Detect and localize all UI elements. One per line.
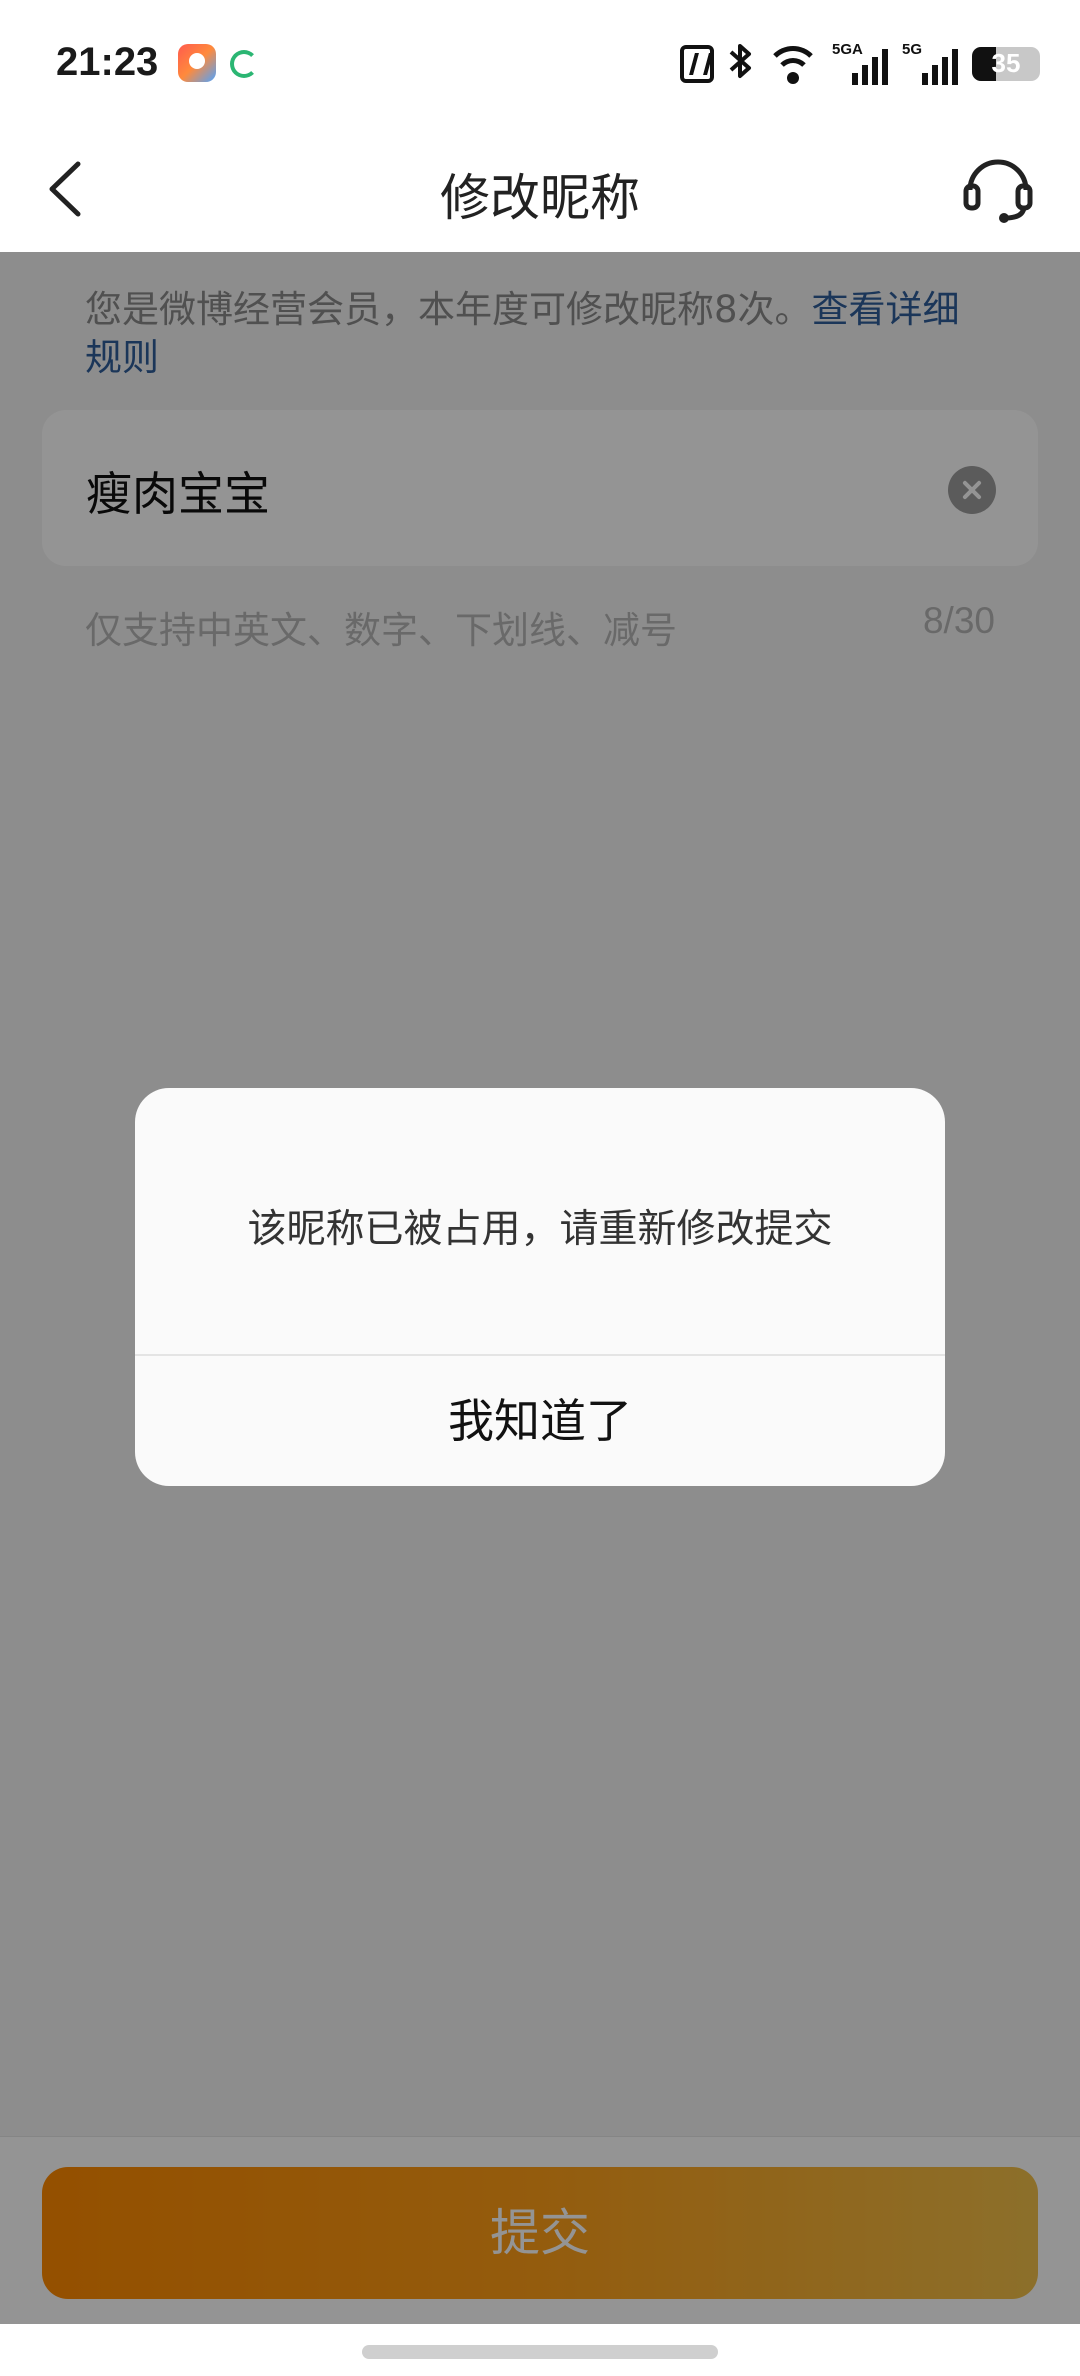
dialog-message: 该昵称已被占用，请重新修改提交 — [247, 1207, 833, 1252]
signal-5g-label: 5G — [902, 41, 923, 58]
status-icons: 5GA 5G 35 — [680, 40, 1040, 88]
status-bar: 21:23 5GA 5G 35 — [0, 0, 1080, 130]
nfc-icon — [680, 45, 714, 83]
wifi-icon — [768, 44, 818, 84]
status-time: 21:23 — [56, 40, 159, 84]
headset-icon[interactable] — [960, 150, 1036, 226]
battery-level: 35 — [991, 48, 1021, 78]
battery-icon: 35 — [972, 47, 1040, 81]
sync-icon — [230, 50, 258, 78]
signal-5g-icon: 5G — [902, 41, 958, 85]
page-title: 修改昵称 — [440, 169, 640, 227]
home-indicator[interactable] — [362, 2345, 718, 2359]
signal-5ga-icon: 5GA — [832, 41, 888, 85]
nav-header: 修改昵称 — [0, 130, 1080, 252]
dialog-confirm-button[interactable]: 我知道了 — [135, 1356, 945, 1486]
app-notification-icon — [178, 44, 216, 82]
bluetooth-icon — [728, 41, 754, 87]
alert-dialog: 该昵称已被占用，请重新修改提交 我知道了 — [135, 1088, 945, 1486]
